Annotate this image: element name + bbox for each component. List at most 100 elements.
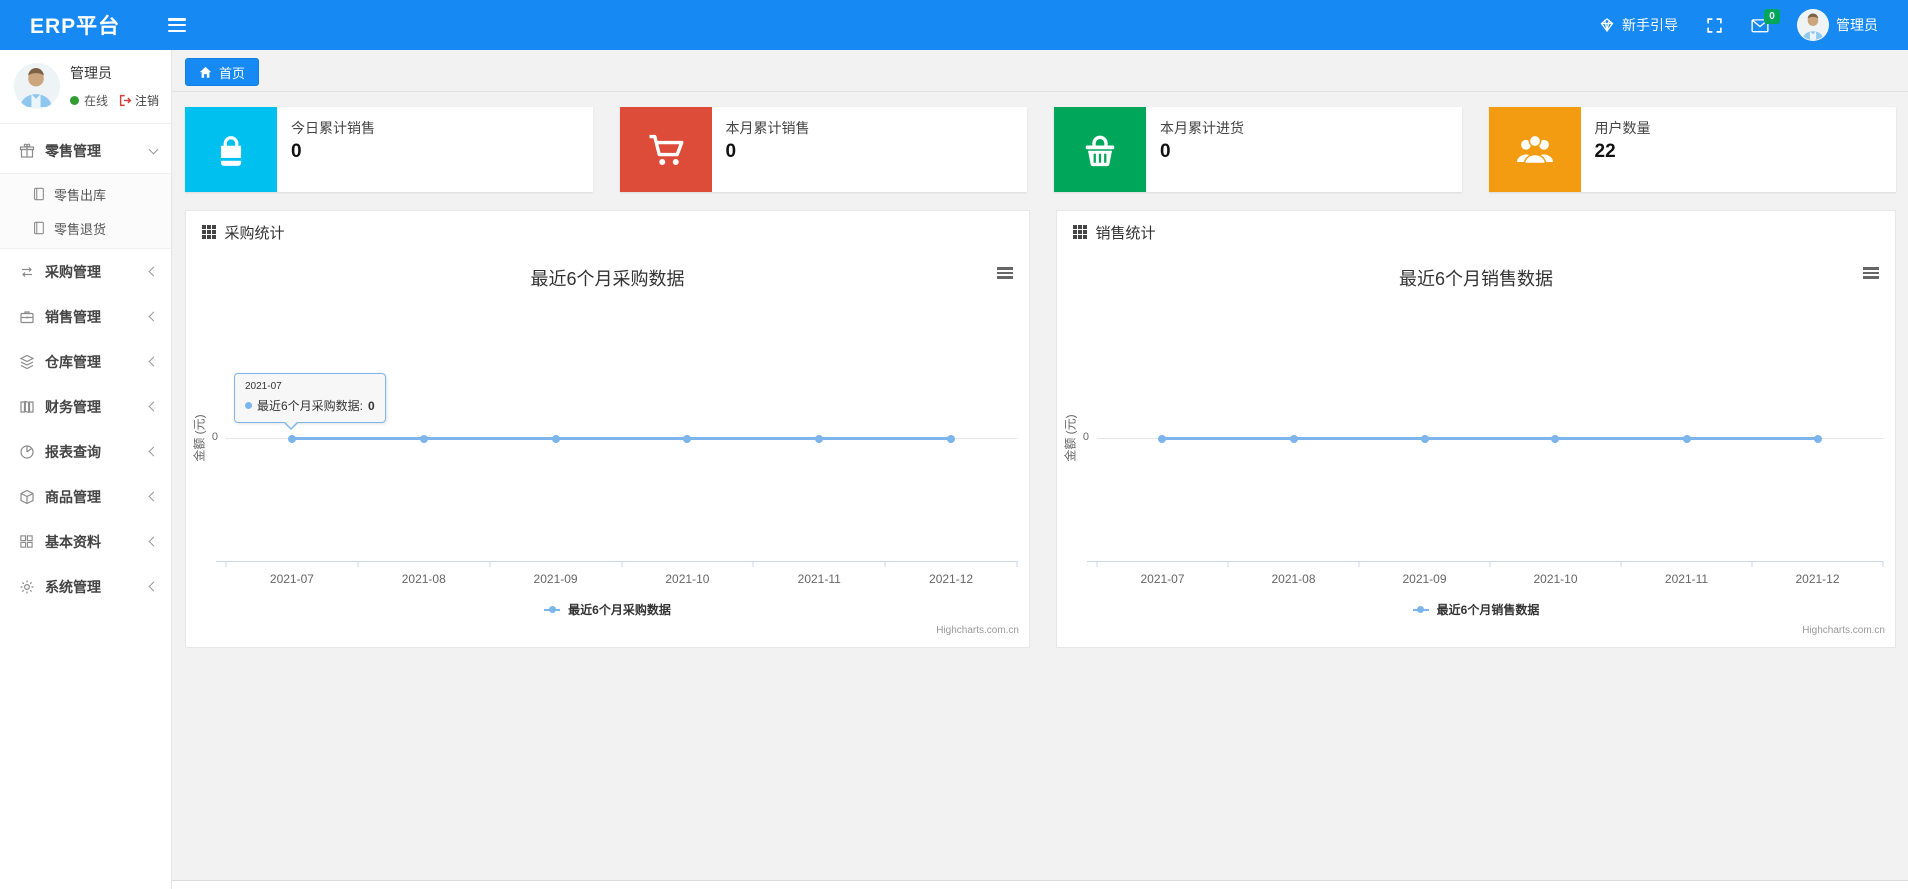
highcharts-credits-link[interactable]: Highcharts.com.cn [936,625,1019,636]
navbar-right: 新手引导 0 管理员 [1599,8,1878,41]
sidebar-item-reports[interactable]: 报表查询 [0,429,171,474]
footer [172,880,1908,889]
gift-icon [17,143,36,159]
sidebar-item-warehouse[interactable]: 仓库管理 [0,339,171,384]
plot-area [1097,253,1883,647]
data-point [551,434,560,443]
top-navbar: ERP平台 新手引导 0 管理员 [0,0,1908,50]
guide-button[interactable]: 新手引导 [1599,15,1678,35]
stat-card-value: 0 [291,141,302,162]
briefcase-icon [17,309,36,325]
tooltip-value: 0 [368,398,375,413]
shopping-bag-icon [185,107,277,192]
diamond-icon [1599,17,1615,33]
panel-title: 采购统计 [224,224,285,242]
fullscreen-button[interactable] [1706,17,1723,34]
shopping-cart-icon [619,107,712,192]
sidebar-user-block: 管理员 在线 注销 [0,50,171,124]
stat-card-label: 本月累计进货 [1160,120,1244,136]
legend-label: 最近6个月销售数据 [1436,603,1540,617]
tab-bar-divider [172,91,1908,92]
layers-icon [17,354,36,370]
x-axis-label: 2021-10 [1533,572,1578,586]
ledger-icon [17,399,36,415]
sidebar-item-sales[interactable]: 销售管理 [0,294,171,339]
sidebar-user-info: 管理员 在线 注销 [70,63,159,109]
chevron-left-icon [148,401,159,412]
data-point [683,434,692,443]
data-point [947,434,956,443]
legend-line-marker-icon [1412,606,1429,613]
sidebar-item-products[interactable]: 商品管理 [0,474,171,519]
sidebar-item-retail-returns[interactable]: 零售退货 [0,211,171,245]
retail-submenu: 零售出库 零售退货 [0,173,171,249]
data-point [1289,434,1298,443]
logout-label: 注销 [135,94,160,108]
journal-icon [30,221,46,235]
sidebar-item-label: 系统管理 [45,578,101,595]
sidebar-toggle-icon[interactable] [168,18,187,32]
stat-card-value: 0 [1160,141,1171,162]
stat-card-label: 今日累计销售 [291,120,375,136]
sidebar-item-purchasing[interactable]: 采购管理 [0,249,171,294]
sidebar-item-label: 仓库管理 [45,353,101,370]
stat-card-value: 0 [725,141,737,162]
x-axis-label: 2021-10 [665,572,710,586]
tooltip-series-label: 最近6个月采购数据: [257,399,364,413]
x-axis-label: 2021-12 [929,572,974,586]
home-icon [199,66,212,79]
users-icon [1488,107,1581,192]
th-grid-icon [202,225,216,239]
stat-cards-row: 今日累计销售 0 本月累计销售 0 本月累计进货 0 用户数量 22 [185,107,1896,192]
chevron-left-icon [148,356,159,367]
stat-card-body: 本月累计进货 0 [1146,107,1258,192]
user-menu[interactable]: 管理员 [1797,9,1878,41]
tab-home[interactable]: 首页 [185,58,260,86]
sidebar-item-retail[interactable]: 零售管理 [0,128,171,173]
sidebar-item-label: 零售管理 [45,142,101,159]
legend-line-marker-icon [544,606,561,613]
chevron-left-icon [148,266,159,277]
sidebar-item-label: 销售管理 [45,308,101,325]
cube-icon [17,489,36,505]
chevron-left-icon [148,491,159,502]
tooltip-header: 2021-07 [245,381,282,392]
stat-card-label: 本月累计销售 [725,120,810,136]
sidebar-item-basic-data[interactable]: 基本资料 [0,519,171,564]
sidebar: 管理员 在线 注销 零售管理 零售出库 零售退货 采购管理 销售管理 仓库管理 … [0,50,172,889]
chevron-left-icon [148,536,159,547]
fullscreen-icon [1706,17,1723,34]
data-point [1158,434,1167,443]
x-axis-label: 2021-09 [533,572,578,586]
sidebar-item-system[interactable]: 系统管理 [0,564,171,609]
panel-header: 销售统计 [1057,211,1895,253]
x-axis-label: 2021-07 [1140,572,1185,586]
purchase-stats-panel: 采购统计 最近6个月采购数据 金额 (元) 0 2021-07 2021-08 … [185,210,1030,648]
x-axis-label: 2021-12 [1795,572,1840,586]
sales-chart: 最近6个月销售数据 金额 (元) 0 2021-07 2021-08 2021-… [1057,253,1895,647]
chart-legend-item[interactable]: 最近6个月销售数据 [1057,601,1895,618]
purchase-chart: 最近6个月采购数据 金额 (元) 0 2021-07 2021-08 2021-… [186,253,1029,647]
message-count-badge: 0 [1764,8,1780,24]
sidebar-item-finance[interactable]: 财务管理 [0,384,171,429]
x-axis-label: 2021-08 [401,572,446,586]
sidebar-item-retail-outbound[interactable]: 零售出库 [0,177,171,211]
x-axis-labels: 2021-07 2021-08 2021-09 2021-10 2021-11 … [1097,572,1883,586]
panel-title: 销售统计 [1095,224,1156,242]
highcharts-credits-link[interactable]: Highcharts.com.cn [1802,625,1885,636]
chevron-down-icon [148,144,159,154]
chevron-left-icon [148,446,159,457]
logout-link[interactable]: 注销 [119,92,159,109]
data-point [1420,434,1429,443]
stat-card-body: 本月累计销售 0 [712,107,824,192]
messages-button[interactable]: 0 [1751,8,1780,33]
sidebar-menu: 零售管理 零售出库 零售退货 采购管理 销售管理 仓库管理 财务管理 报表查询 … [0,124,171,609]
sidebar-subitem-label: 零售出库 [54,187,107,203]
pie-chart-icon [17,444,36,460]
sidebar-user-name: 管理员 [70,65,112,81]
th-grid-icon [1073,225,1087,239]
app-brand[interactable]: ERP平台 [30,10,120,40]
chart-legend-item[interactable]: 最近6个月采购数据 [186,601,1029,618]
chart-tooltip: 2021-07 最近6个月采购数据: 0 [234,373,386,430]
data-point [815,434,824,443]
